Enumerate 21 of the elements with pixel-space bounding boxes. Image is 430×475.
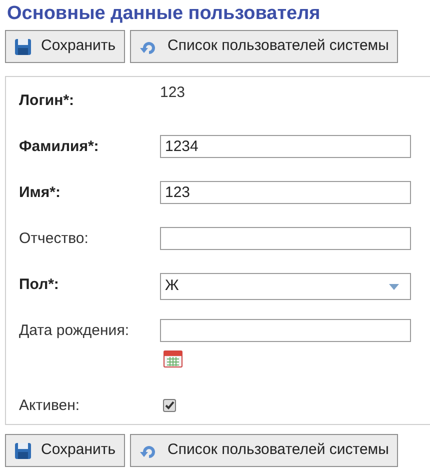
gender-select[interactable]: Ж xyxy=(160,273,411,300)
text-field[interactable]: 1234 xyxy=(160,135,411,158)
save-button[interactable]: Сохранить xyxy=(5,30,125,63)
date-field[interactable] xyxy=(160,319,411,342)
field-label: Отчество: xyxy=(19,230,88,247)
user-list-button[interactable]: Список пользователей системы xyxy=(130,30,398,63)
save-button[interactable]: Сохранить xyxy=(5,434,125,467)
field-label: Пол*: xyxy=(19,275,59,293)
page-title: Основные данные пользователя xyxy=(6,2,322,26)
text-field[interactable] xyxy=(160,227,411,250)
field-label: Активен: xyxy=(19,397,80,414)
field-label: Фамилия*: xyxy=(19,138,99,155)
user-list-button[interactable]: Список пользователей системы xyxy=(130,434,398,467)
calendar-icon[interactable] xyxy=(163,348,183,368)
dropdown-arrow-icon xyxy=(389,284,399,290)
text-field[interactable]: 123 xyxy=(160,181,411,204)
field-label: Имя*: xyxy=(19,184,60,201)
active-checkbox[interactable] xyxy=(163,399,176,412)
field-label: Логин*: xyxy=(19,92,74,109)
field-label: Дата рождения: xyxy=(19,322,129,339)
login-value: 123 xyxy=(160,84,186,101)
